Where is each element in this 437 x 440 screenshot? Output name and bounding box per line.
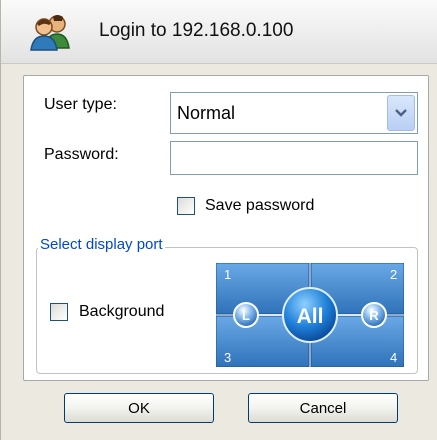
users-icon bbox=[29, 12, 73, 52]
password-label: Password: bbox=[44, 146, 119, 163]
user-type-select[interactable]: Normal bbox=[170, 92, 418, 134]
login-dialog: Login to 192.168.0.100 User type: Normal… bbox=[0, 0, 437, 440]
title-bar: Login to 192.168.0.100 bbox=[1, 0, 437, 64]
dropdown-arrow-button[interactable] bbox=[387, 95, 415, 131]
background-label: Background bbox=[79, 303, 165, 320]
chevron-down-icon bbox=[395, 109, 407, 117]
quadrant-label-3: 3 bbox=[224, 350, 231, 365]
display-port-legend: Select display port bbox=[38, 236, 165, 253]
user-type-label: User type: bbox=[44, 96, 117, 113]
quadrant-label-2: 2 bbox=[390, 267, 397, 282]
save-password-label: Save password bbox=[205, 197, 315, 214]
user-type-value: Normal bbox=[177, 103, 236, 123]
quadrant-label-4: 4 bbox=[390, 350, 397, 365]
cancel-button[interactable]: Cancel bbox=[248, 393, 398, 423]
display-port-map: 1 2 3 4 L R All bbox=[215, 262, 405, 368]
ok-button[interactable]: OK bbox=[64, 393, 214, 423]
port-right-label: R bbox=[369, 308, 379, 323]
password-input[interactable] bbox=[170, 141, 418, 175]
port-all-label: All bbox=[297, 305, 324, 328]
window-title: Login to 192.168.0.100 bbox=[99, 20, 294, 41]
port-left-label: L bbox=[242, 308, 250, 323]
quadrant-label-1: 1 bbox=[224, 267, 231, 282]
save-password-checkbox[interactable] bbox=[177, 197, 195, 215]
login-form-panel: User type: Normal Password: Save passwor… bbox=[23, 75, 429, 381]
background-checkbox[interactable] bbox=[50, 303, 68, 321]
